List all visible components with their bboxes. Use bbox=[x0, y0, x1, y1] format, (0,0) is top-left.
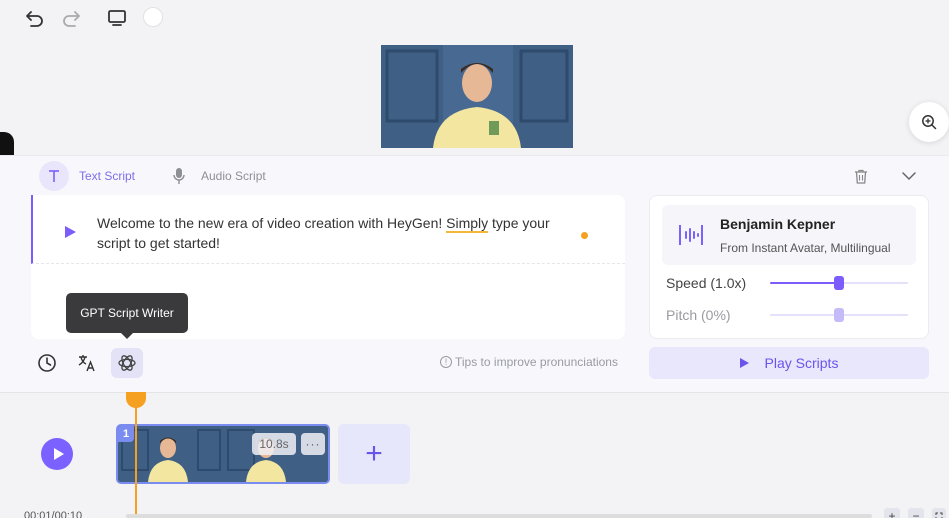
add-clip-button[interactable]: + bbox=[338, 424, 410, 484]
pitch-slider[interactable] bbox=[770, 308, 908, 322]
voice-subtitle: From Instant Avatar, Multilingual bbox=[720, 241, 891, 255]
script-line[interactable]: Welcome to the new era of video creation… bbox=[31, 195, 625, 264]
microphone-icon bbox=[170, 167, 188, 185]
tab-audio-script[interactable]: Audio Script bbox=[170, 160, 266, 192]
speed-slider-handle[interactable] bbox=[834, 276, 844, 290]
timeline-play-button[interactable] bbox=[41, 438, 73, 470]
timeline-zoom-in-button[interactable]: + bbox=[884, 508, 900, 518]
voice-selector[interactable]: Benjamin Kepner From Instant Avatar, Mul… bbox=[662, 205, 916, 265]
highlighted-word[interactable]: Simply bbox=[446, 215, 489, 233]
play-icon bbox=[53, 448, 64, 460]
play-scripts-button[interactable]: Play Scripts bbox=[649, 347, 929, 379]
pitch-label: Pitch (0%) bbox=[666, 307, 731, 323]
status-dot bbox=[581, 232, 588, 239]
chevron-down-icon bbox=[902, 172, 916, 181]
play-icon bbox=[739, 358, 749, 368]
voice-name: Benjamin Kepner bbox=[720, 216, 836, 232]
zoom-in-icon bbox=[922, 115, 937, 130]
pause-insert-button[interactable] bbox=[31, 348, 63, 378]
time-readout: 00:01/00:10 bbox=[24, 510, 83, 518]
tab-audio-script-label: Audio Script bbox=[201, 169, 266, 183]
clock-icon bbox=[38, 354, 56, 372]
script-text[interactable]: Welcome to the new era of video creation… bbox=[97, 213, 577, 253]
delete-button[interactable] bbox=[853, 168, 869, 184]
speed-label: Speed (1.0x) bbox=[666, 275, 747, 291]
tab-text-script-label: Text Script bbox=[79, 169, 136, 183]
timeline-zoom-out-button[interactable]: − bbox=[908, 508, 924, 518]
timeline-fit-button[interactable] bbox=[932, 508, 946, 518]
top-toolbar bbox=[0, 0, 949, 36]
monitor-icon bbox=[108, 10, 126, 26]
tips-label: Tips to improve pronunciations bbox=[455, 355, 618, 369]
trash-icon bbox=[855, 169, 867, 184]
audio-waveform-icon bbox=[679, 225, 703, 245]
video-preview[interactable] bbox=[381, 45, 573, 148]
timeline-clip[interactable]: 1 10.8s ··· bbox=[116, 424, 330, 484]
pitch-slider-handle[interactable] bbox=[834, 308, 844, 322]
translate-icon bbox=[78, 355, 95, 372]
monitor-button[interactable] bbox=[105, 6, 129, 30]
translate-button[interactable] bbox=[71, 348, 103, 378]
pronunciation-tips-link[interactable]: ! Tips to improve pronunciations bbox=[440, 355, 618, 369]
zoom-preview-button[interactable] bbox=[909, 102, 949, 142]
play-scripts-label: Play Scripts bbox=[764, 355, 839, 371]
gpt-script-writer-tooltip: GPT Script Writer bbox=[66, 293, 188, 339]
playhead[interactable] bbox=[135, 392, 137, 518]
text-t-icon bbox=[39, 161, 69, 191]
undo-icon bbox=[26, 11, 43, 27]
info-icon: ! bbox=[440, 356, 452, 368]
speed-slider[interactable] bbox=[770, 276, 908, 290]
clip-duration: 10.8s bbox=[252, 433, 296, 455]
presenter-thumbnail bbox=[381, 45, 573, 148]
gpt-script-writer-button[interactable] bbox=[111, 348, 143, 378]
clip-index-badge: 1 bbox=[118, 426, 134, 442]
play-line-icon[interactable] bbox=[65, 226, 76, 238]
expand-icon bbox=[935, 512, 943, 518]
tab-text-script[interactable]: Text Script bbox=[39, 160, 135, 192]
background-color-button[interactable] bbox=[143, 7, 163, 27]
speed-slider-fill bbox=[770, 282, 839, 284]
undo-button[interactable] bbox=[23, 6, 47, 30]
openai-icon bbox=[118, 355, 136, 371]
clip-more-button[interactable]: ··· bbox=[301, 433, 325, 455]
redo-button[interactable] bbox=[59, 6, 83, 30]
redo-icon bbox=[63, 11, 80, 27]
voice-panel: Benjamin Kepner From Instant Avatar, Mul… bbox=[649, 195, 929, 339]
collapse-editor-button[interactable] bbox=[901, 168, 917, 184]
timeline-scrollbar[interactable] bbox=[126, 514, 872, 518]
script-tabbar: Text Script Audio Script bbox=[0, 156, 949, 196]
